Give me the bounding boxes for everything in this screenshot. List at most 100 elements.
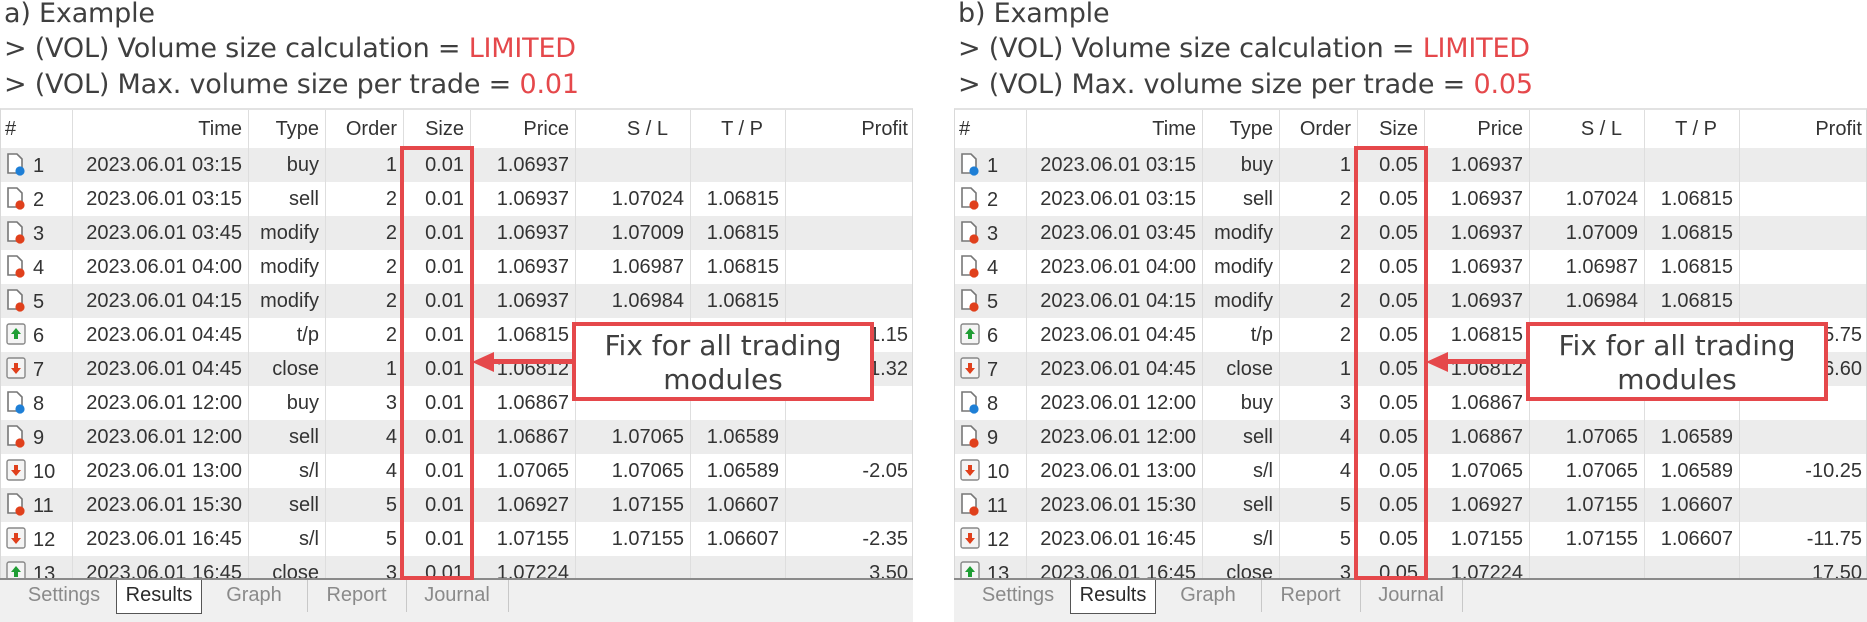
time-cell: 2023.06.01 12:00 <box>1027 386 1203 420</box>
sl-cell: 1.07155 <box>1530 488 1645 522</box>
price-cell: 1.06937 <box>471 216 576 250</box>
time-cell: 2023.06.01 04:45 <box>73 318 249 352</box>
order-cell: 1 <box>326 148 404 182</box>
price-cell: 1.06937 <box>1425 250 1530 284</box>
deal-up-icon <box>959 322 981 346</box>
type-cell: s/l <box>1203 522 1280 556</box>
tab-journal[interactable]: Journal <box>1360 580 1463 612</box>
tp-cell: 1.06589 <box>1645 454 1740 488</box>
row-number: 5 <box>33 290 45 313</box>
column-header-size[interactable]: Size <box>1358 110 1425 148</box>
column-header-number[interactable]: # <box>955 110 1027 148</box>
order-cell: 5 <box>326 522 404 556</box>
column-header-profit[interactable]: Profit <box>786 110 912 148</box>
price-cell: 1.06927 <box>1425 488 1530 522</box>
sl-cell: 1.06987 <box>1530 250 1645 284</box>
type-cell: buy <box>249 148 326 182</box>
tab-results[interactable]: Results <box>1070 580 1156 614</box>
column-header-tp[interactable]: T / P <box>691 110 786 148</box>
type-cell: modify <box>249 250 326 284</box>
order-cell: 3 <box>326 556 404 579</box>
type-cell: sell <box>1203 182 1280 216</box>
column-header-sl[interactable]: S / L <box>1530 110 1645 148</box>
price-cell: 1.06937 <box>471 250 576 284</box>
column-header-size[interactable]: Size <box>404 110 471 148</box>
column-header-type[interactable]: Type <box>249 110 326 148</box>
profit-cell: -2.05 <box>862 460 908 482</box>
type-cell: buy <box>1203 148 1280 182</box>
profit-cell <box>1740 488 1866 522</box>
profit-cell: 17.50 <box>1811 562 1862 580</box>
time-cell: 2023.06.01 13:00 <box>1027 454 1203 488</box>
column-header-type[interactable]: Type <box>1203 110 1280 148</box>
column-header-number[interactable]: # <box>1 110 73 148</box>
profit-cell <box>1740 250 1866 284</box>
tp-cell: 1.06589 <box>1645 420 1740 454</box>
sl-cell: 1.07024 <box>1530 182 1645 216</box>
tab-results[interactable]: Results <box>116 580 202 614</box>
time-cell: 2023.06.01 16:45 <box>73 522 249 556</box>
order-cell: 2 <box>326 250 404 284</box>
column-header-time[interactable]: Time <box>1027 110 1203 148</box>
order-cell: 5 <box>1280 488 1358 522</box>
price-cell: 1.06927 <box>471 488 576 522</box>
deal-down-icon <box>959 356 981 380</box>
column-header-price[interactable]: Price <box>1425 110 1530 148</box>
order-sell-icon <box>5 186 27 210</box>
tab-graph[interactable]: Graph <box>201 580 308 612</box>
price-cell: 1.06937 <box>471 284 576 318</box>
tp-cell: 1.06815 <box>691 182 786 216</box>
type-cell: buy <box>249 386 326 420</box>
sl-cell: 1.07155 <box>576 488 691 522</box>
sl-cell <box>1530 148 1645 182</box>
price-cell: 1.07065 <box>471 454 576 488</box>
tab-settings[interactable]: Settings <box>8 580 121 612</box>
type-cell: close <box>249 556 326 579</box>
type-cell: sell <box>249 488 326 522</box>
row-number: 3 <box>987 222 999 245</box>
tab-journal[interactable]: Journal <box>406 580 509 612</box>
tab-graph[interactable]: Graph <box>1155 580 1262 612</box>
order-cell: 2 <box>1280 284 1358 318</box>
row-number: 1 <box>987 154 999 177</box>
column-header-price[interactable]: Price <box>471 110 576 148</box>
row-number: 13 <box>33 562 56 580</box>
sl-cell <box>576 556 691 579</box>
type-cell: modify <box>249 284 326 318</box>
tp-cell: 1.06815 <box>1645 284 1740 318</box>
column-header-tp[interactable]: T / P <box>1645 110 1740 148</box>
panel-a: a) Example > (VOL) Volume size calculati… <box>0 0 913 622</box>
time-cell: 2023.06.01 16:45 <box>1027 522 1203 556</box>
row-number: 11 <box>33 494 54 517</box>
max-volume-label: > (VOL) Max. volume size per trade = <box>4 69 520 100</box>
profit-cell: -11.75 <box>1806 528 1862 550</box>
row-number: 3 <box>33 222 45 245</box>
type-cell: sell <box>249 182 326 216</box>
row-number: 2 <box>33 188 45 211</box>
column-header-time[interactable]: Time <box>73 110 249 148</box>
order-cell: 1 <box>1280 148 1358 182</box>
column-header-order[interactable]: Order <box>326 110 404 148</box>
row-number: 10 <box>987 460 1010 483</box>
tab-report[interactable]: Report <box>307 580 407 612</box>
order-cell: 3 <box>326 386 404 420</box>
price-cell: 1.07224 <box>1425 556 1530 579</box>
time-cell: 2023.06.01 04:00 <box>73 250 249 284</box>
row-number-cell: 9 <box>1 420 73 454</box>
type-cell: s/l <box>249 454 326 488</box>
order-buy-icon <box>5 390 27 414</box>
tp-cell: 1.06607 <box>1645 522 1740 556</box>
profit-cell <box>786 216 912 250</box>
sl-cell <box>576 148 691 182</box>
profit-cell: -10.25 <box>1805 460 1862 482</box>
tab-report[interactable]: Report <box>1261 580 1361 612</box>
column-header-order[interactable]: Order <box>1280 110 1358 148</box>
column-header-profit[interactable]: Profit <box>1740 110 1866 148</box>
row-number: 1 <box>33 154 45 177</box>
row-number: 8 <box>987 392 999 415</box>
tab-settings[interactable]: Settings <box>962 580 1075 612</box>
order-cell: 1 <box>1280 352 1358 386</box>
price-cell: 1.07224 <box>471 556 576 579</box>
row-number: 12 <box>987 528 1010 551</box>
column-header-sl[interactable]: S / L <box>576 110 691 148</box>
